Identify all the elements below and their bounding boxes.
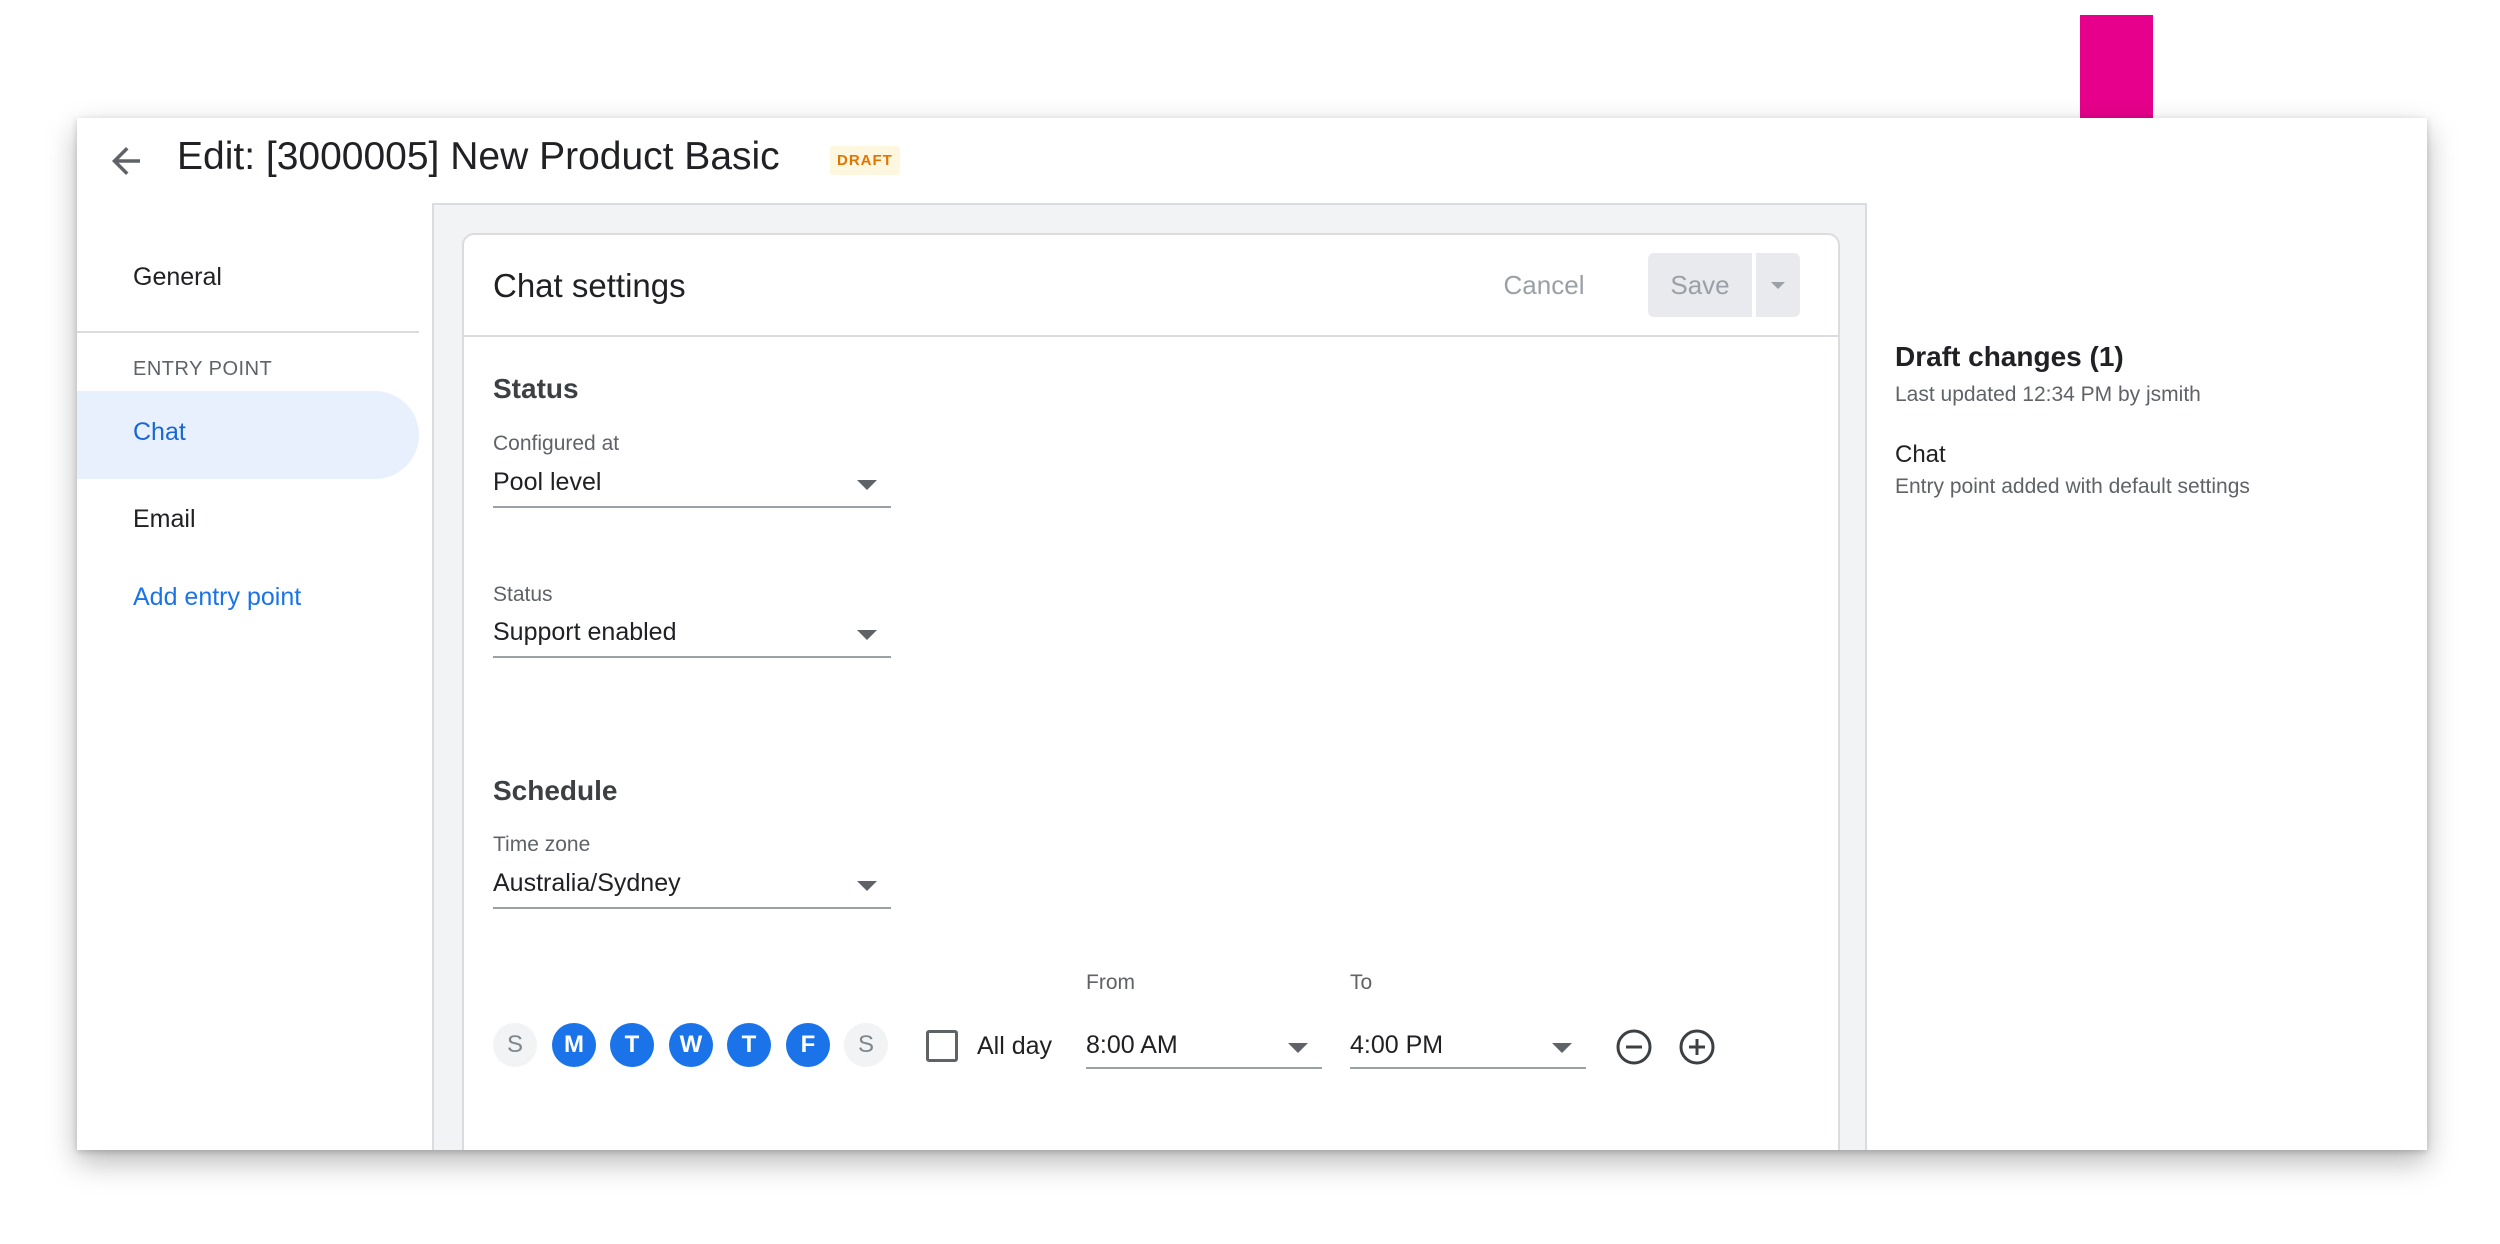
left-nav: General ENTRY POINT Chat Email Add entry… <box>77 203 432 1150</box>
schedule-section-title: Schedule <box>493 775 618 806</box>
dropdown-caret-icon <box>857 630 877 640</box>
nav-item-email[interactable]: Email <box>133 505 196 534</box>
configured-at-label: Configured at <box>493 432 620 455</box>
day-toggle-tuesday[interactable]: T <box>610 1023 654 1067</box>
from-time-value: 8:00 AM <box>1086 1031 1178 1059</box>
remove-circle-icon[interactable] <box>1614 1027 1654 1067</box>
nav-section-label: ENTRY POINT <box>133 358 273 380</box>
dropdown-caret-icon <box>857 480 877 490</box>
draft-changes-title: Draft changes (1) <box>1895 341 2124 372</box>
app-window: Edit: [3000005] New Product Basic DRAFT … <box>77 118 2427 1150</box>
from-label: From <box>1086 971 1135 994</box>
day-toggle-saturday[interactable]: S <box>844 1023 888 1067</box>
nav-item-chat-label: Chat <box>133 418 186 446</box>
draft-last-updated: Last updated 12:34 PM by jsmith <box>1895 383 2201 406</box>
to-time-select[interactable]: 4:00 PM <box>1350 1021 1586 1069</box>
page-title: Edit: [3000005] New Product Basic <box>177 135 780 178</box>
nav-item-chat[interactable]: Chat <box>77 391 419 479</box>
content-area: Chat settings Cancel Save Status Configu… <box>432 203 1867 1150</box>
day-toggle-friday[interactable]: F <box>786 1023 830 1067</box>
status-value: Support enabled <box>493 618 677 646</box>
all-day-checkbox[interactable] <box>926 1030 958 1062</box>
save-options-button[interactable] <box>1754 253 1800 317</box>
dropdown-caret-icon <box>1552 1043 1572 1053</box>
add-circle-icon[interactable] <box>1677 1027 1717 1067</box>
status-select[interactable]: Support enabled <box>493 612 891 658</box>
draft-change-title: Chat <box>1895 441 1946 468</box>
time-zone-label: Time zone <box>493 833 591 856</box>
to-time-value: 4:00 PM <box>1350 1031 1444 1059</box>
day-toggle-monday[interactable]: M <box>552 1023 596 1067</box>
cancel-button[interactable]: Cancel <box>1484 253 1604 317</box>
draft-badge: DRAFT <box>830 146 900 175</box>
save-button[interactable]: Save <box>1648 253 1752 317</box>
day-toggle-thursday[interactable]: T <box>727 1023 771 1067</box>
time-zone-value: Australia/Sydney <box>493 869 681 897</box>
draft-changes-panel: Draft changes (1) Last updated 12:34 PM … <box>1867 203 2427 1150</box>
dropdown-caret-icon <box>857 881 877 891</box>
nav-item-general[interactable]: General <box>133 263 222 292</box>
day-toggle-wednesday[interactable]: W <box>669 1023 713 1067</box>
card-header: Chat settings Cancel Save <box>464 235 1838 337</box>
dropdown-caret-icon <box>1288 1043 1308 1053</box>
page-header: Edit: [3000005] New Product Basic DRAFT <box>77 118 2427 203</box>
to-label: To <box>1350 971 1373 994</box>
day-toggle-sunday[interactable]: S <box>493 1023 537 1067</box>
add-entry-point-link[interactable]: Add entry point <box>133 583 301 612</box>
configured-at-select[interactable]: Pool level <box>493 462 891 508</box>
from-time-select[interactable]: 8:00 AM <box>1086 1021 1322 1069</box>
all-day-label: All day <box>977 1032 1053 1060</box>
draft-change-description: Entry point added with default settings <box>1895 475 2250 498</box>
time-zone-select[interactable]: Australia/Sydney <box>493 863 891 909</box>
nav-divider <box>77 331 419 333</box>
status-label: Status <box>493 583 553 606</box>
chat-settings-card: Chat settings Cancel Save Status Configu… <box>462 233 1840 1150</box>
configured-at-value: Pool level <box>493 468 602 496</box>
status-section-title: Status <box>493 373 579 404</box>
back-arrow-icon[interactable] <box>105 140 147 182</box>
card-title: Chat settings <box>493 267 686 304</box>
chevron-down-icon <box>1771 282 1785 289</box>
